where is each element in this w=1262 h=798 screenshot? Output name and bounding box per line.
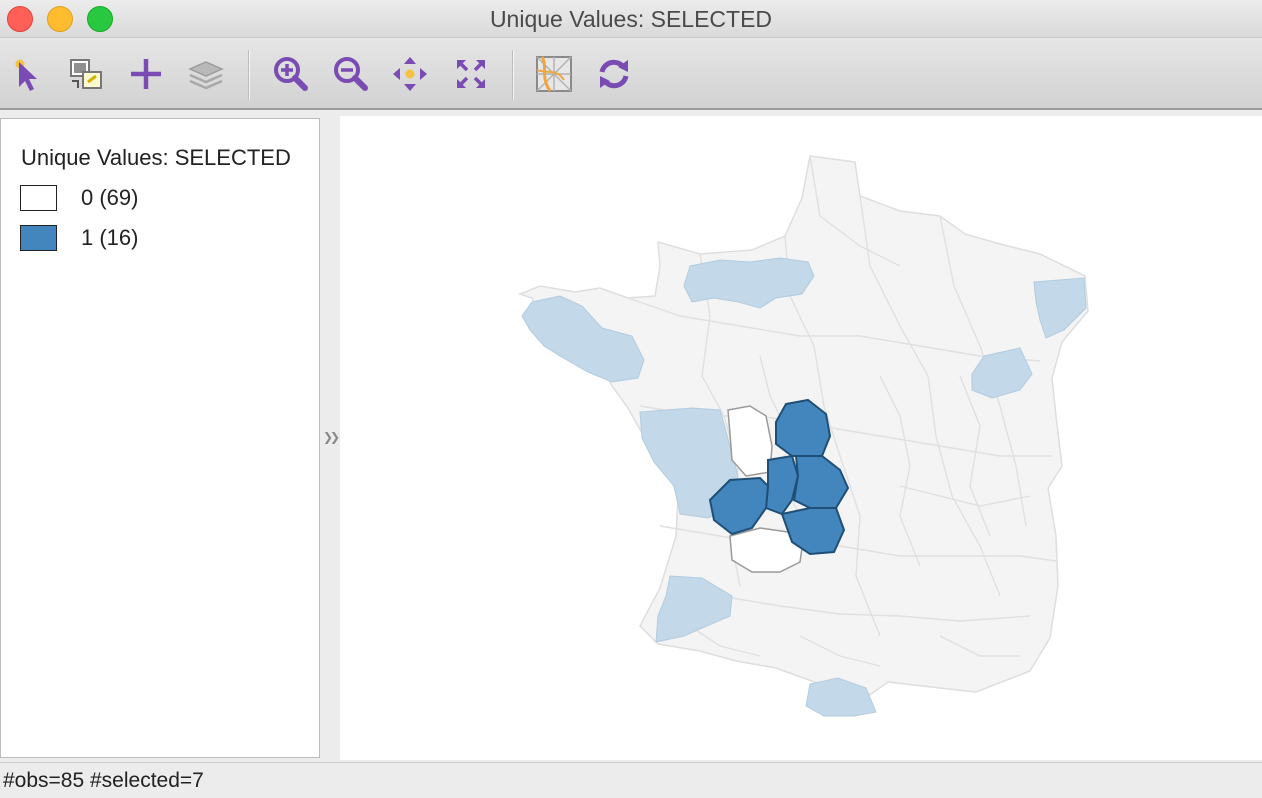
legend-title: Unique Values: SELECTED [21, 145, 291, 170]
selection-shape-icon [70, 59, 102, 89]
zoom-in-icon [274, 57, 308, 91]
add-tool-button[interactable] [126, 54, 166, 94]
map-svg[interactable] [340, 116, 1262, 760]
layers-icon [188, 61, 224, 90]
pan-tool-button[interactable] [390, 54, 430, 94]
zoom-out-tool-button[interactable] [330, 54, 370, 94]
toolbar-separator [248, 50, 250, 100]
full-extent-tool-button[interactable] [451, 54, 491, 94]
zoom-out-icon [334, 57, 368, 91]
status-bar: #obs=85 #selected=7 [0, 762, 1262, 798]
basemap-icon [536, 56, 572, 92]
window-title: Unique Values: SELECTED [489, 6, 773, 32]
basemap-tool-button[interactable] [534, 54, 574, 94]
legend-swatch-1[interactable] [20, 225, 57, 251]
legend-label-0: 0 (69) [81, 185, 139, 210]
legend-swatch-0[interactable] [20, 185, 57, 211]
toolbar-separator [512, 50, 514, 100]
title-bar: Unique Values: SELECTED [0, 0, 1262, 38]
layers-tool-button[interactable] [186, 54, 226, 94]
panel-splitter[interactable]: ❯❯ [320, 118, 340, 758]
legend-label-1: 1 (16) [81, 225, 139, 250]
splitter-grip-icon: ❯❯ [323, 430, 340, 444]
refresh-icon [599, 59, 629, 89]
refresh-tool-button[interactable] [594, 54, 634, 94]
pan-icon [393, 57, 427, 91]
pointer-arrow-icon [15, 59, 37, 91]
selection-shape-tool-button[interactable] [66, 54, 106, 94]
full-extent-icon [457, 60, 485, 88]
select-tool-button[interactable] [8, 54, 48, 94]
toolbar [0, 38, 1262, 110]
status-text: #obs=85 #selected=7 [3, 769, 204, 792]
legend-panel[interactable]: Unique Values: SELECTED 0 (69) 1 (16) [0, 118, 320, 758]
zoom-in-tool-button[interactable] [270, 54, 310, 94]
map-canvas[interactable] [340, 116, 1262, 760]
plus-icon [131, 59, 161, 89]
